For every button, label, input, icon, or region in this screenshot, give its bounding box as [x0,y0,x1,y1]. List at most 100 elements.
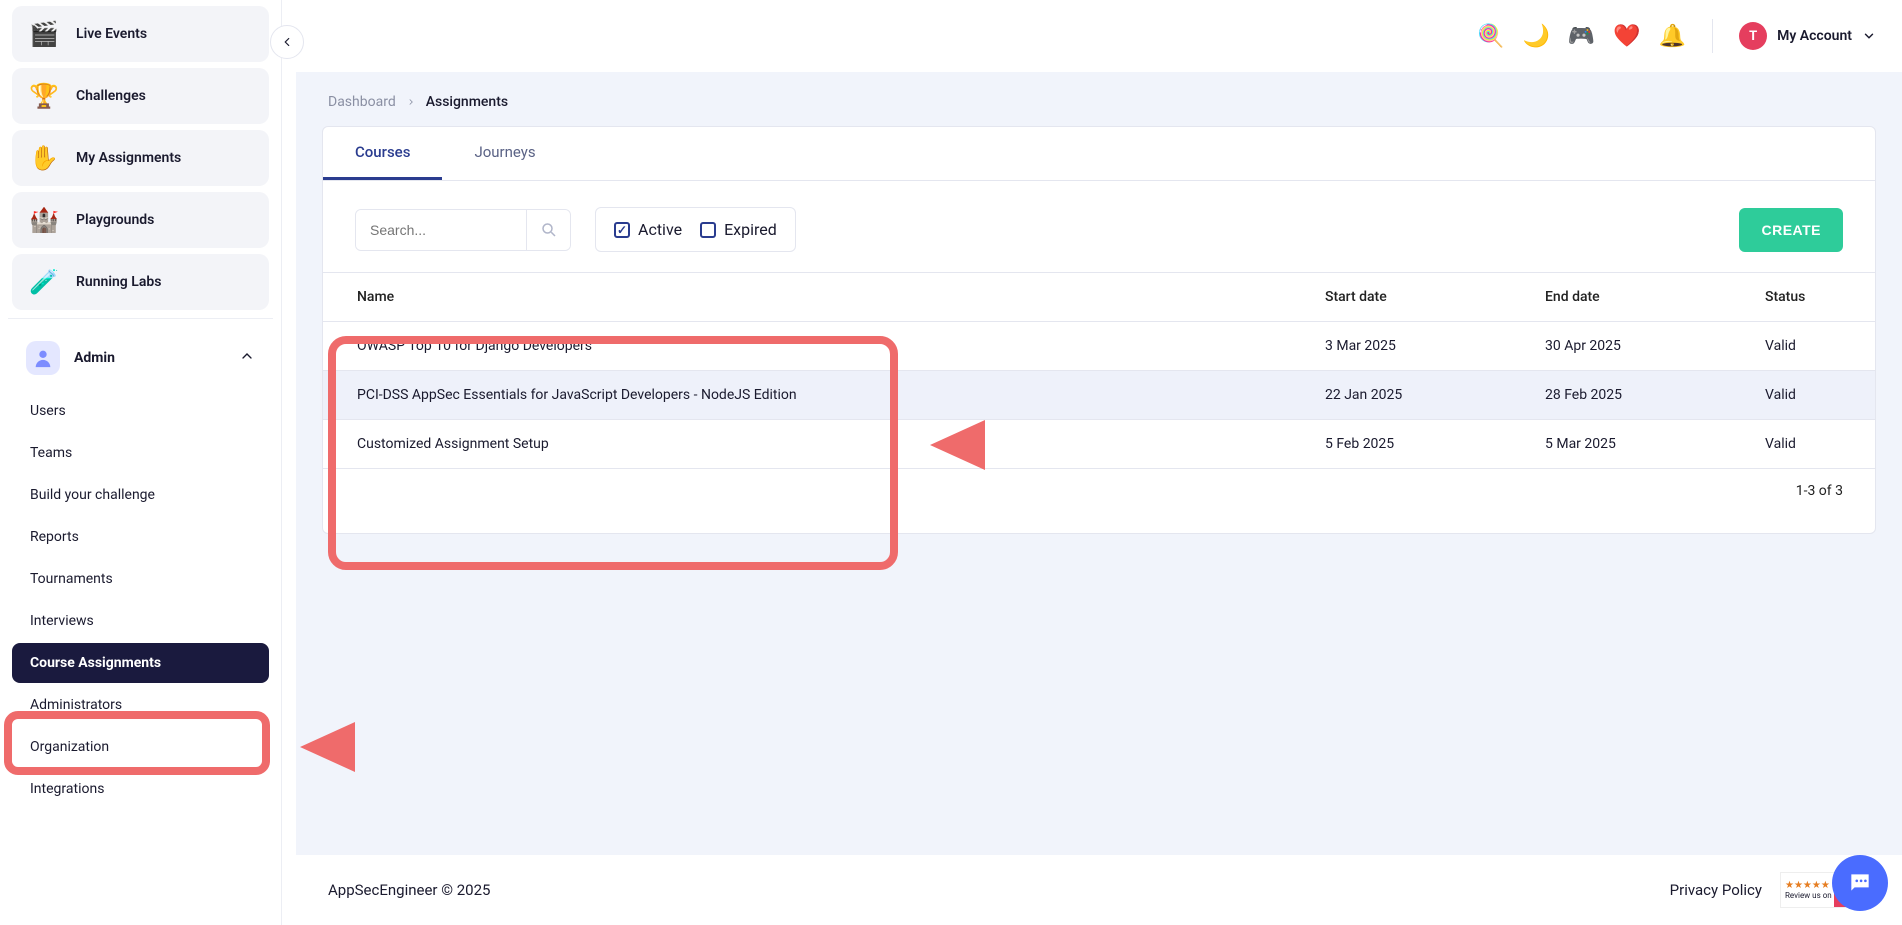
sidebar-item-label: Course Assignments [30,655,161,671]
cell-end: 28 Feb 2025 [1525,371,1745,420]
col-end-date[interactable]: End date [1525,273,1745,322]
sidebar-item-course-assignments[interactable]: Course Assignments [12,643,269,683]
sidebar-section-admin[interactable]: Admin [12,329,269,387]
sidebar-item-label: Challenges [76,88,146,104]
sidebar-item-label: Organization [30,739,109,755]
tab-label: Journeys [474,143,535,161]
table-header-row: Name Start date End date Status [323,273,1875,322]
heart-icon[interactable]: ❤️ [1613,24,1640,49]
trophy-icon: 🏆 [26,78,62,114]
sidebar-item-label: Build your challenge [30,487,155,503]
sidebar-item-users[interactable]: Users [12,391,269,431]
search-wrap [355,209,571,251]
discord-icon[interactable]: 🎮 [1568,24,1595,49]
chat-icon [1847,870,1873,896]
data-area: Name Start date End date Status OWASP To… [323,272,1875,533]
table-row[interactable]: PCI-DSS AppSec Essentials for JavaScript… [323,371,1875,420]
col-start-date[interactable]: Start date [1305,273,1525,322]
chevron-right-icon [406,97,416,107]
sidebar-item-build-challenge[interactable]: Build your challenge [12,475,269,515]
filter-group: Active Expired [595,207,796,252]
create-button[interactable]: CREATE [1739,208,1843,252]
copyright: AppSecEngineer © 2025 [328,881,490,899]
content: Dashboard Assignments Courses Journeys [296,72,1902,556]
tab-journeys[interactable]: Journeys [442,127,567,180]
search-button[interactable] [526,210,570,250]
sidebar-item-label: Live Events [76,26,147,42]
sidebar-item-interviews[interactable]: Interviews [12,601,269,641]
sidebar-item-tournaments[interactable]: Tournaments [12,559,269,599]
sidebar-item-label: Teams [30,445,72,461]
tabs: Courses Journeys [323,127,1875,181]
sidebar-item-label: Tournaments [30,571,113,587]
sidebar-item-playgrounds[interactable]: 🏰 Playgrounds [12,192,269,248]
chevron-left-icon [280,35,294,49]
main-area: 🍭 🌙 🎮 ❤️ 🔔 T My Account Dashboard Assign… [296,0,1902,925]
sidebar-item-label: Reports [30,529,79,545]
cell-status: Valid [1745,371,1875,420]
assignments-table: Name Start date End date Status OWASP To… [323,272,1875,469]
g2-text: Review us on [1785,891,1832,900]
sidebar-item-label: Users [30,403,66,419]
cell-name: Customized Assignment Setup [323,420,1305,469]
sidebar-item-reports[interactable]: Reports [12,517,269,557]
sidebar-item-label: Interviews [30,613,94,629]
admin-avatar-icon [26,341,60,375]
flask-icon: 🧪 [26,264,62,300]
breadcrumb-root[interactable]: Dashboard [328,94,396,110]
sidebar-item-label: Integrations [30,781,104,797]
sidebar-item-running-labs[interactable]: 🧪 Running Labs [12,254,269,310]
chevron-up-icon [239,348,255,368]
toolbar: Active Expired CREATE [323,181,1875,272]
sidebar-item-organization[interactable]: Organization [12,727,269,767]
chevron-down-icon [1862,29,1876,43]
sidebar-item-integrations[interactable]: Integrations [12,769,269,809]
lifebuoy-icon[interactable]: 🍭 [1477,24,1504,49]
cell-end: 30 Apr 2025 [1525,322,1745,371]
checkbox-label: Active [638,220,682,239]
cell-status: Valid [1745,322,1875,371]
tab-label: Courses [355,143,410,161]
topbar-icons: 🍭 🌙 🎮 ❤️ 🔔 [1477,24,1686,49]
checkbox-icon [700,222,716,238]
cell-start: 5 Feb 2025 [1305,420,1525,469]
cell-start: 3 Mar 2025 [1305,322,1525,371]
sidebar-item-live-events[interactable]: 🎬 Live Events [12,6,269,62]
main-panel: Courses Journeys Active [322,126,1876,534]
cell-status: Valid [1745,420,1875,469]
table-row[interactable]: Customized Assignment Setup 5 Feb 2025 5… [323,420,1875,469]
checkbox-active[interactable]: Active [614,220,682,239]
col-name[interactable]: Name [323,273,1305,322]
sidebar-item-teams[interactable]: Teams [12,433,269,473]
moon-icon[interactable]: 🌙 [1522,24,1549,49]
checkbox-expired[interactable]: Expired [700,220,777,239]
sidebar-section-label: Admin [74,350,115,366]
sidebar-collapse-button[interactable] [270,25,304,59]
checkbox-icon [614,222,630,238]
hands-icon: ✋ [26,140,62,176]
col-status[interactable]: Status [1745,273,1875,322]
bell-icon[interactable]: 🔔 [1659,24,1686,49]
g2-stars-icon: ★★★★★ [1785,880,1832,891]
sidebar-item-my-assignments[interactable]: ✋ My Assignments [12,130,269,186]
sidebar-item-administrators[interactable]: Administrators [12,685,269,725]
sidebar-item-label: Playgrounds [76,212,154,228]
sidebar: 🎬 Live Events 🏆 Challenges ✋ My Assignme… [0,0,282,925]
chat-fab[interactable] [1832,855,1888,911]
privacy-link[interactable]: Privacy Policy [1670,881,1762,899]
castle-icon: 🏰 [26,202,62,238]
sidebar-item-label: Administrators [30,697,122,713]
cell-name: OWASP Top 10 for Django Developers [323,322,1305,371]
search-input[interactable] [356,210,526,250]
search-icon [540,221,558,239]
table-row[interactable]: OWASP Top 10 for Django Developers 3 Mar… [323,322,1875,371]
checkbox-label: Expired [724,220,777,239]
sidebar-item-label: Running Labs [76,274,161,290]
tab-courses[interactable]: Courses [323,127,442,180]
live-events-icon: 🎬 [26,16,62,52]
sidebar-item-challenges[interactable]: 🏆 Challenges [12,68,269,124]
account-menu[interactable]: T My Account [1739,22,1876,50]
breadcrumb: Dashboard Assignments [322,94,1876,110]
topbar: 🍭 🌙 🎮 ❤️ 🔔 T My Account [296,0,1902,72]
avatar: T [1739,22,1767,50]
